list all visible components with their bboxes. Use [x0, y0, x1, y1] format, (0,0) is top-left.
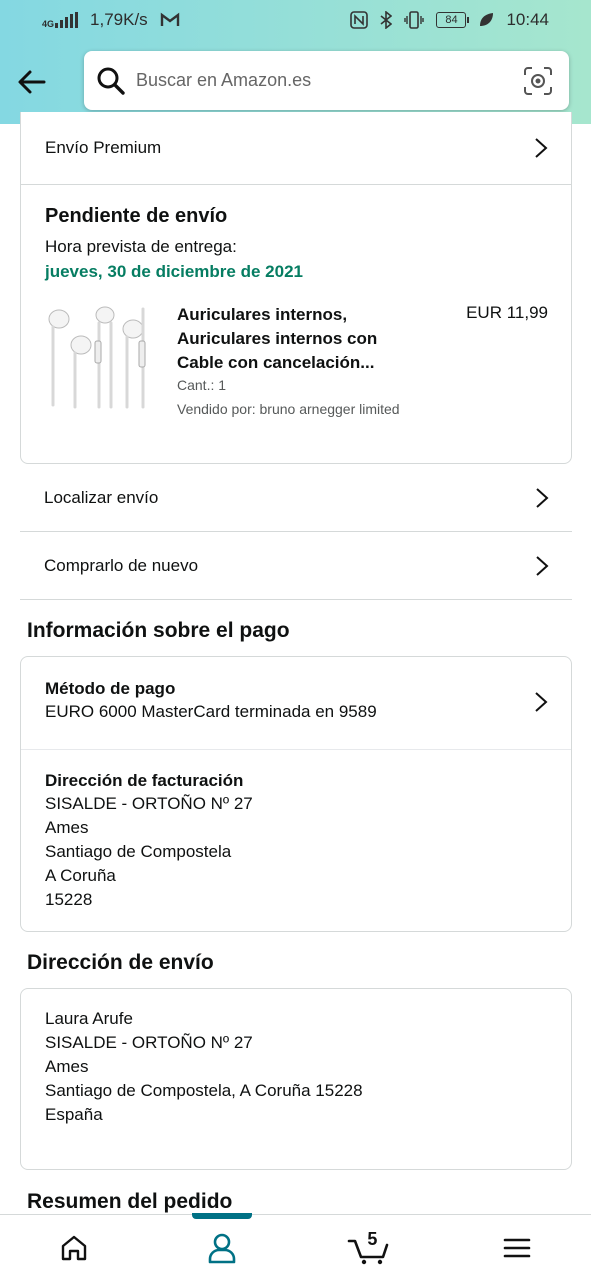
user-icon [208, 1233, 235, 1263]
nav-menu[interactable] [467, 1215, 567, 1280]
chevron-right-icon [536, 488, 549, 508]
network-signal-icon: 4G [42, 12, 79, 29]
network-type: 4G [42, 19, 55, 29]
payment-method-label: Método de pago [45, 679, 176, 698]
shipment-status: Pendiente de envío [45, 205, 228, 227]
nav-home[interactable] [24, 1215, 124, 1280]
camera-search-icon[interactable] [523, 66, 553, 96]
search-bar[interactable] [84, 51, 569, 110]
delivery-estimate-date: jueves, 30 de diciembre de 2021 [45, 262, 303, 281]
product-image[interactable] [43, 301, 155, 413]
shipping-speed-label: Envío Premium [45, 138, 162, 157]
payment-method-value: EURO 6000 MasterCard terminada en 9589 [45, 702, 377, 721]
status-bar: 4G 1,79K/s 84 10:44 [0, 0, 591, 40]
delivery-address-heading: Dirección de envío [27, 951, 214, 974]
delivery-address-card: Laura Arufe SISALDE - ORTOÑO Nº 27 Ames … [20, 988, 572, 1170]
address-line: SISALDE - ORTOÑO Nº 27 [45, 1033, 253, 1052]
order-summary-heading: Resumen del pedido [27, 1190, 233, 1213]
address-line: Santiago de Compostela, A Coruña 15228 [45, 1081, 363, 1100]
chevron-right-icon [535, 138, 548, 158]
battery-icon: 84 [436, 12, 470, 28]
delivery-address: Laura Arufe SISALDE - ORTOÑO Nº 27 Ames … [45, 1007, 363, 1127]
address-line: Laura Arufe [45, 1009, 133, 1028]
cart-count: 5 [367, 1228, 378, 1249]
bluetooth-icon [380, 11, 393, 29]
nav-active-indicator [191, 1212, 252, 1219]
chevron-right-icon [536, 555, 549, 576]
track-package-label: Localizar envío [44, 488, 159, 507]
nav-cart[interactable]: 5 [319, 1215, 419, 1280]
nav-account[interactable] [172, 1212, 272, 1280]
product-seller: Vendido por: bruno arnegger limited [177, 401, 400, 417]
bottom-nav: 5 [0, 1212, 591, 1280]
hamburger-menu-icon [503, 1238, 531, 1257]
product-quantity: Cant.: 1 [177, 377, 227, 393]
chevron-right-icon [535, 692, 548, 712]
battery-level: 84 [445, 14, 458, 26]
billing-address: SISALDE - ORTOÑO Nº 27 Ames Santiago de … [45, 792, 253, 912]
gmail-icon [160, 12, 179, 26]
home-icon [61, 1235, 87, 1260]
delivery-estimate-label: Hora prevista de entrega: [45, 237, 237, 256]
billing-address-label: Dirección de facturación [45, 771, 244, 790]
leaf-icon [480, 13, 494, 26]
nfc-icon [350, 11, 369, 29]
app-header: 4G 1,79K/s 84 10:44 [0, 0, 591, 124]
track-package-button[interactable]: Localizar envío [20, 465, 572, 532]
billing-line: Ames [45, 818, 89, 837]
product-name[interactable]: Auriculares internos, Auriculares intern… [177, 303, 417, 375]
payment-method-row[interactable]: Método de pago EURO 6000 MasterCard term… [21, 657, 571, 750]
shipment-card: Pendiente de envío Hora prevista de entr… [20, 184, 572, 464]
search-input[interactable] [136, 70, 523, 91]
billing-line: Santiago de Compostela [45, 842, 232, 861]
billing-line: A Coruña [45, 866, 116, 885]
payment-card: Método de pago EURO 6000 MasterCard term… [20, 656, 572, 932]
billing-line: 15228 [45, 890, 93, 909]
payment-info-heading: Información sobre el pago [27, 619, 290, 642]
product-price: EUR 11,99 [466, 303, 548, 322]
clock: 10:44 [506, 10, 549, 29]
billing-line: SISALDE - ORTOÑO Nº 27 [45, 794, 253, 813]
network-speed: 1,79K/s [90, 10, 148, 29]
vibrate-icon [404, 11, 425, 29]
address-line: España [45, 1105, 103, 1124]
back-arrow-icon[interactable] [16, 66, 48, 98]
search-icon [97, 67, 125, 95]
buy-again-label: Comprarlo de nuevo [44, 555, 199, 575]
buy-again-button[interactable]: Comprarlo de nuevo [20, 532, 572, 600]
shipping-speed-row[interactable]: Envío Premium [20, 112, 572, 184]
address-line: Ames [45, 1057, 89, 1076]
